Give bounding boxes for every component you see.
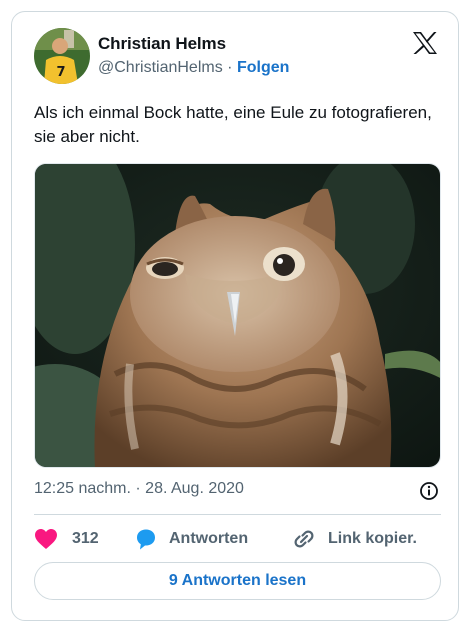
like-count: 312	[72, 530, 99, 547]
tweet-text: Als ich einmal Bock hatte, eine Eule zu …	[34, 103, 432, 146]
tweet-card: 7 Christian Helms @ChristianHelms · Folg…	[11, 11, 459, 621]
read-replies-button[interactable]: 9 Antworten lesen	[34, 562, 441, 600]
follow-button[interactable]: Folgen	[237, 59, 289, 76]
separator-dot: ·	[227, 59, 233, 76]
meta-row: 12:25 nachm. · 28. Aug. 2020	[34, 480, 441, 502]
info-icon[interactable]	[419, 481, 439, 501]
copy-link-label: Link kopier.	[328, 530, 417, 547]
action-bar: 312 Antworten Link kopier.	[34, 526, 441, 552]
avatar[interactable]: 7	[34, 28, 90, 84]
copy-link-button[interactable]: Link kopier.	[292, 526, 417, 552]
x-logo-icon[interactable]	[412, 31, 438, 55]
reply-button[interactable]: Antworten	[134, 526, 248, 552]
divider	[34, 514, 441, 515]
author-handle[interactable]: @ChristianHelms	[98, 59, 223, 76]
reply-label: Antworten	[169, 530, 249, 547]
like-button[interactable]: 312	[34, 526, 99, 552]
author-name[interactable]: Christian Helms	[98, 34, 226, 54]
link-icon	[292, 527, 316, 551]
heart-icon	[34, 528, 58, 550]
author-handle-row: @ChristianHelms · Folgen	[98, 59, 289, 77]
svg-text:7: 7	[56, 65, 65, 80]
tweet-image-owl[interactable]	[34, 163, 441, 468]
tweet-timestamp[interactable]: 12:25 nachm. · 28. Aug. 2020	[34, 480, 244, 498]
speech-bubble-icon	[134, 527, 158, 551]
